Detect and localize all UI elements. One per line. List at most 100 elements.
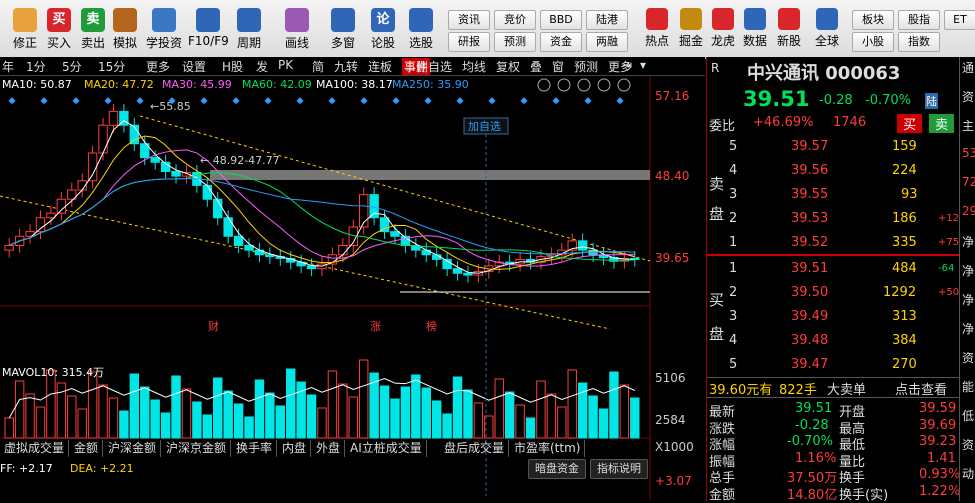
stat-value: 1.16%: [795, 450, 837, 466]
period-3[interactable]: 15分: [98, 58, 125, 75]
nav-arrow-icon[interactable]: ⇥: [622, 58, 632, 72]
画线-button[interactable]: 画线: [282, 8, 312, 51]
龙虎-button[interactable]: 龙虎: [708, 8, 738, 49]
论股-button[interactable]: 论论股: [368, 8, 398, 51]
volume-bar: [87, 371, 98, 439]
strip-item[interactable]: 复权: [496, 58, 520, 75]
strip-item[interactable]: 删自选: [416, 58, 452, 75]
period-4[interactable]: 更多: [146, 58, 170, 75]
signal-marker: [360, 97, 368, 105]
strip-item[interactable]: 预测: [574, 58, 598, 75]
卖出-button[interactable]: 卖卖出: [78, 8, 108, 51]
lower-button[interactable]: 指标说明: [590, 459, 648, 479]
toolbar-label: 卖出: [80, 36, 105, 50]
signal-marker: [200, 97, 208, 105]
修正-button[interactable]: 修正: [10, 8, 40, 51]
indicator-tab[interactable]: 虚拟成交量: [0, 440, 70, 457]
toolbar-small-button[interactable]: 陆港: [586, 10, 628, 30]
ma60-label: MA60: 42.09: [242, 78, 312, 91]
bid-change: -64: [938, 263, 955, 274]
indicator-tab[interactable]: 盘后成交量: [440, 440, 510, 457]
sell-button[interactable]: 卖: [929, 114, 955, 133]
price-change-pct: -0.70%: [865, 93, 911, 108]
indicator-tab[interactable]: AI立桩成交量: [346, 440, 427, 457]
indicator-tab[interactable]: 换手率: [232, 440, 278, 457]
周期-button[interactable]: 周期: [234, 8, 264, 51]
volume-bar: [494, 378, 504, 439]
学投资-button[interactable]: 学投资: [144, 8, 184, 51]
toolbar-small-button[interactable]: 小股: [852, 32, 894, 52]
stat-value: -0.28: [795, 417, 829, 433]
lower-button[interactable]: 暗盘资金: [528, 459, 586, 479]
volume-bar: [129, 373, 140, 439]
strip-item[interactable]: 连板: [368, 58, 392, 75]
全球-button[interactable]: 全球: [812, 8, 842, 49]
strip-item[interactable]: 发: [256, 58, 268, 75]
strip-item[interactable]: 均线: [462, 58, 486, 75]
多窗-button[interactable]: 多窗: [328, 8, 358, 51]
indicator-tab[interactable]: 市盈率(ttm): [510, 440, 586, 457]
sell-side-label: 盘: [709, 205, 725, 223]
toolbar-small-button[interactable]: 板块: [852, 10, 894, 30]
indicator-tab[interactable]: 沪深京金额: [162, 440, 232, 457]
strip-item[interactable]: 叠: [530, 58, 542, 75]
strip-item[interactable]: H股: [222, 58, 243, 75]
period-2[interactable]: 5分: [62, 58, 82, 75]
kline-chart[interactable]: MA10: 50.87 MA20: 47.72 MA30: 45.99 MA60: 4…: [0, 76, 705, 501]
side-info-item: 净: [962, 322, 975, 336]
period-5[interactable]: 设置: [182, 58, 206, 75]
indicator-tab[interactable]: 外盘: [312, 440, 346, 457]
price-axis-label: 48.40: [655, 169, 689, 183]
dropdown-icon[interactable]: ▾: [640, 58, 646, 72]
toolbar-small-button[interactable]: 竞价: [494, 10, 536, 30]
ask-price: 39.52: [791, 235, 829, 250]
买入-button[interactable]: 买买入: [44, 8, 74, 51]
选股-button[interactable]: 选股: [406, 8, 436, 51]
模拟-button[interactable]: 模拟: [110, 8, 140, 51]
volume-bar: [108, 397, 119, 439]
buy-side-label: 盘: [709, 325, 725, 343]
toolbar-small-button[interactable]: BBD: [540, 10, 582, 30]
ma20-label: MA20: 47.72: [84, 78, 154, 91]
side-info-item: 53: [962, 146, 975, 160]
period-0[interactable]: 年: [2, 58, 14, 75]
数据-button[interactable]: 数据: [740, 8, 770, 49]
indicator-tab[interactable]: 沪深金额: [104, 440, 162, 457]
toolbar-small-button[interactable]: 资讯: [448, 10, 490, 30]
toolbar-small-button[interactable]: 预测: [494, 32, 536, 52]
toolbar-small-button[interactable]: 研报: [448, 32, 490, 52]
掘金-button[interactable]: 掘金: [676, 8, 706, 49]
close-icon: [617, 78, 631, 92]
signal-marker: [616, 97, 624, 105]
strip-item[interactable]: 窗: [552, 58, 564, 75]
candle-body: [369, 194, 379, 219]
ask-level: 3: [729, 187, 738, 202]
volume-bar: [14, 380, 25, 439]
strip-item[interactable]: 九转: [334, 58, 358, 75]
candle-body: [129, 124, 140, 145]
volume-bar: [546, 393, 557, 439]
period-1[interactable]: 1分: [26, 58, 46, 75]
volume-bar: [379, 385, 390, 439]
toolbar-small-button[interactable]: 股指: [898, 10, 940, 30]
volume-bar: [25, 393, 35, 439]
toolbar-small-button[interactable]: 两融: [586, 32, 628, 52]
ma60-line: [9, 171, 635, 261]
strip-item[interactable]: 简: [312, 58, 324, 75]
新股-button[interactable]: 新股: [774, 8, 804, 49]
side-info-item: 能: [962, 380, 975, 394]
settings-icon: [577, 78, 591, 92]
candle-body: [202, 184, 213, 200]
F10/F9-button[interactable]: F10/F9: [188, 8, 229, 48]
view-details-link[interactable]: 点击查看: [895, 379, 947, 398]
热点-button[interactable]: 热点: [642, 8, 672, 49]
indicator-tab[interactable]: 内盘: [278, 440, 312, 457]
gap-band: [210, 170, 650, 180]
toolbar-small-button[interactable]: ET: [944, 10, 975, 30]
toolbar-small-button[interactable]: 资金: [540, 32, 582, 52]
buy-button[interactable]: 买: [897, 114, 923, 133]
strip-item[interactable]: PK: [278, 58, 293, 72]
indicator-tab[interactable]: 金额: [70, 440, 104, 457]
big-order-volume: 822手: [779, 383, 817, 398]
toolbar-small-button[interactable]: 指数: [898, 32, 940, 52]
